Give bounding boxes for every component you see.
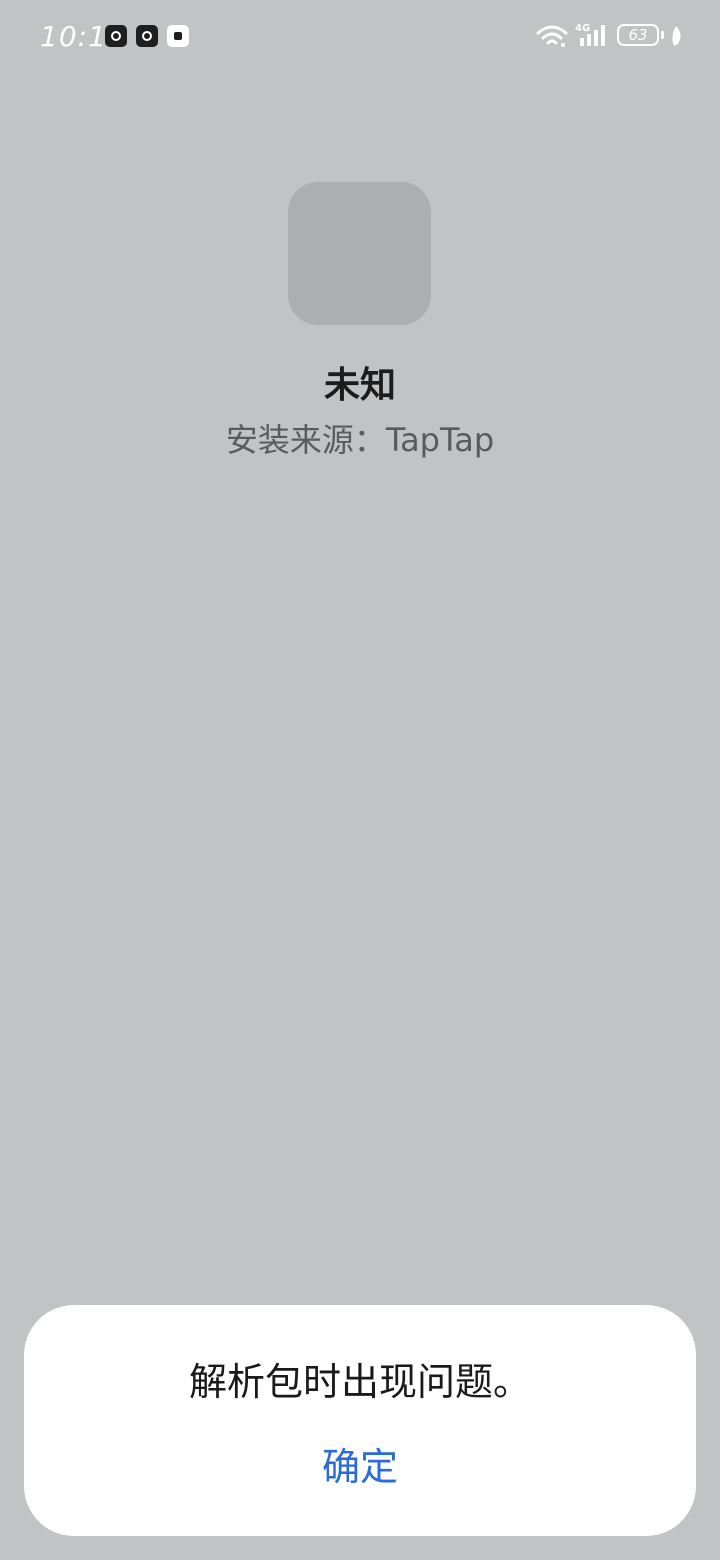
notification-app-icon — [167, 25, 189, 47]
wifi-icon — [536, 25, 568, 47]
install-source: 安装来源：TapTap — [225, 421, 495, 459]
battery-tip — [661, 31, 664, 39]
app-icon-placeholder — [288, 182, 431, 325]
battery-icon: 63 — [617, 24, 659, 46]
app-name: 未知 — [323, 365, 396, 406]
error-dialog: 解析包时出现问题。 确定 — [24, 1305, 696, 1536]
dialog-message: 解析包时出现问题。 — [188, 1360, 531, 1404]
notification-app-icon — [105, 25, 127, 47]
network-type-label: 4G — [575, 23, 590, 34]
notification-app-icon — [136, 25, 158, 47]
status-bar: 10:17 4G 63 — [0, 0, 720, 72]
cellular-signal-icon: 4G — [575, 23, 605, 46]
confirm-button[interactable]: 确定 — [280, 1435, 440, 1499]
leaf-icon — [672, 26, 681, 46]
